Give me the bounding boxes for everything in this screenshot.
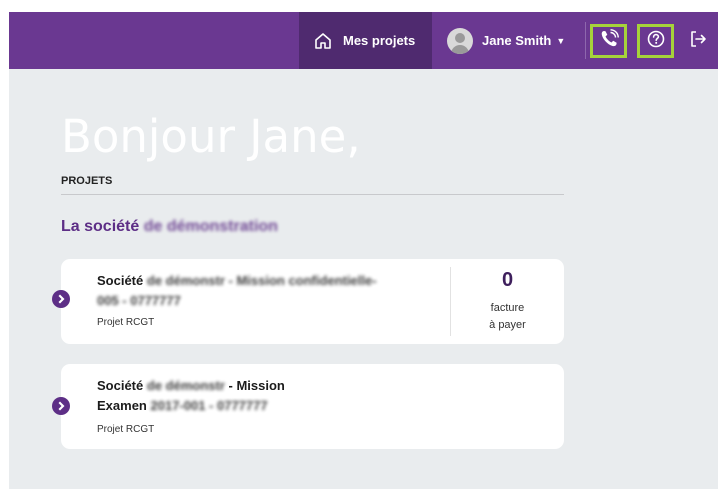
phone-button[interactable] <box>590 24 627 58</box>
project-title-blurred: de démonstr <box>146 378 225 393</box>
invoice-label-line2: à payer <box>489 319 526 331</box>
top-navigation-bar: Mes projets Jane Smith ▼ <box>9 12 718 69</box>
project-title-prefix: Société <box>97 378 144 393</box>
section-divider <box>61 194 564 195</box>
projects-section-heading: PROJETS <box>61 175 113 187</box>
help-button[interactable] <box>637 24 674 58</box>
company-name-blurred: de démonstration <box>143 218 278 235</box>
project-code-blurred: 005 - 0777777 <box>97 293 181 308</box>
caret-down-icon: ▼ <box>556 35 566 46</box>
invoice-count-label: facture à payer <box>451 300 564 334</box>
project-title: Société de démonstr - Mission confidenti… <box>97 271 437 311</box>
invoice-count: 0 <box>501 269 514 291</box>
project-title-prefix: Société <box>97 273 144 288</box>
project-title-rest: - Mission <box>228 378 285 393</box>
home-icon <box>313 31 333 51</box>
project-title: Société de démonstr - Mission Examen 201… <box>97 376 437 416</box>
user-menu[interactable]: Jane Smith ▼ <box>447 12 565 69</box>
project-title-blurred: de démonstr - Mission confidentielle- <box>146 273 377 288</box>
project-subtitle: Projet RCGT <box>97 317 155 328</box>
help-icon <box>646 29 666 54</box>
invoice-label-line1: facture <box>490 302 525 314</box>
project-marker-icon <box>52 397 70 415</box>
user-name: Jane Smith <box>482 33 552 48</box>
toolbar-divider <box>585 22 586 59</box>
company-title: La société de démonstration <box>61 218 278 236</box>
phone-icon <box>598 28 620 55</box>
app-frame: Mes projets Jane Smith ▼ Bonjour Jane, P… <box>9 12 718 489</box>
project-card[interactable]: Société de démonstr - Mission Examen 201… <box>52 364 564 449</box>
greeting-heading: Bonjour Jane, <box>61 110 361 163</box>
project-subtitle: Projet RCGT <box>97 424 155 435</box>
nav-my-projects[interactable]: Mes projets <box>299 12 432 69</box>
logout-icon <box>688 29 708 54</box>
avatar <box>447 27 473 54</box>
project-code-blurred: 2017-001 - 0777777 <box>150 398 268 413</box>
project-card[interactable]: Société de démonstr - Mission confidenti… <box>52 259 564 344</box>
company-prefix: La société <box>61 218 140 235</box>
nav-my-projects-label: Mes projets <box>343 33 416 48</box>
project-marker-icon <box>52 290 70 308</box>
logout-button[interactable] <box>685 28 711 54</box>
project-title-line2: Examen <box>97 398 147 413</box>
